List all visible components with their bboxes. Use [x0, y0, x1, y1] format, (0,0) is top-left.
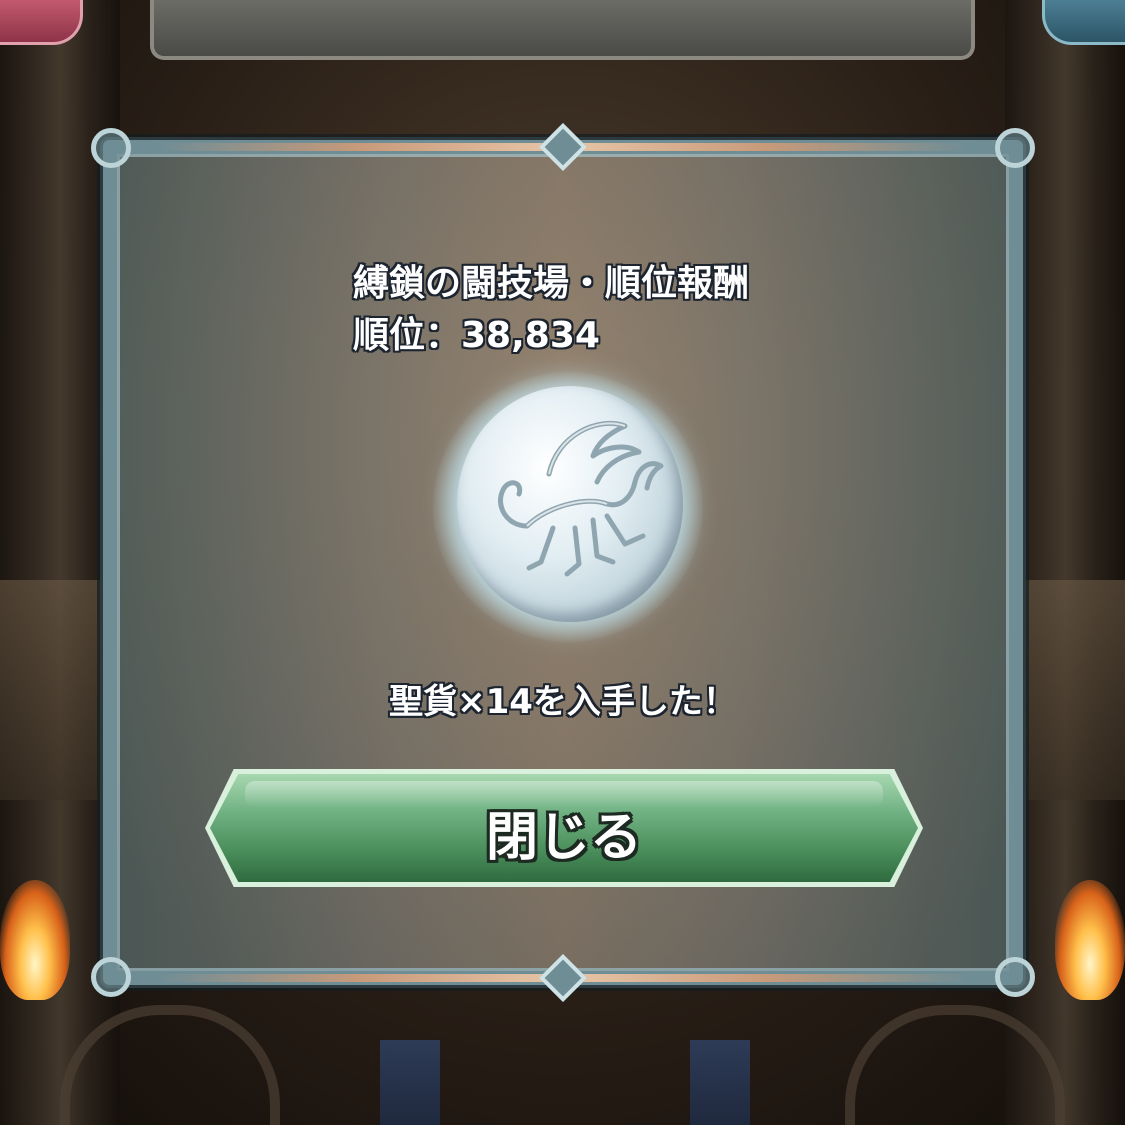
top-header-panel — [150, 0, 975, 60]
rank-text: 順位：38,834 — [353, 315, 600, 356]
close-button-label: 閉じる — [485, 808, 642, 868]
arena-background: 縛鎖の闘技場・順位報酬 順位：38,834 聖貨×14を入手した！ 閉じる — [0, 0, 1125, 1125]
corner-knot-icon — [995, 128, 1035, 168]
corner-knot-icon — [995, 957, 1035, 997]
pegasus-coin-icon — [457, 386, 683, 622]
hanging-banner-left — [380, 1040, 440, 1125]
left-menu-badge[interactable] — [0, 0, 83, 45]
right-menu-badge[interactable] — [1042, 0, 1125, 45]
left-torch-fire — [0, 880, 70, 1000]
reward-dialog: 縛鎖の闘技場・順位報酬 順位：38,834 聖貨×14を入手した！ 閉じる — [91, 122, 1035, 1003]
right-torch-fire — [1055, 880, 1125, 1000]
close-button[interactable]: 閉じる — [205, 769, 923, 887]
corner-knot-icon — [91, 128, 131, 168]
hanging-banner-right — [690, 1040, 750, 1125]
corner-knot-icon — [91, 957, 131, 997]
reward-title: 縛鎖の闘技場・順位報酬 — [353, 263, 750, 304]
obtained-message: 聖貨×14を入手した！ — [389, 682, 737, 722]
